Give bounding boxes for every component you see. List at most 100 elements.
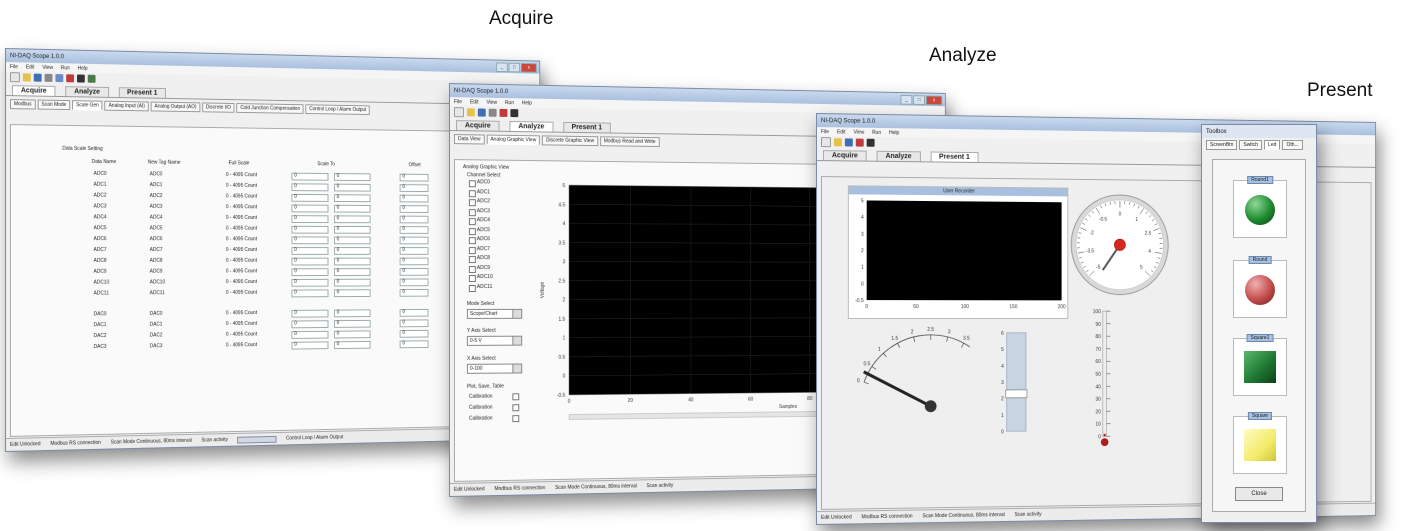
channel-checkbox[interactable] xyxy=(468,189,476,197)
offset-input[interactable]: 0 xyxy=(399,268,429,276)
offset-input[interactable]: 0 xyxy=(399,319,429,328)
delete-icon[interactable] xyxy=(855,138,864,147)
tab-led[interactable]: Led xyxy=(1264,140,1281,150)
scale-to-min-input[interactable]: 0 xyxy=(291,341,329,350)
scale-to-max-input[interactable]: 0 xyxy=(333,319,371,328)
channel-checkbox[interactable] xyxy=(468,265,476,273)
offset-input[interactable]: 0 xyxy=(399,236,429,245)
save-icon[interactable] xyxy=(477,108,486,117)
led-round-red[interactable]: Round xyxy=(1233,256,1287,318)
tab-present[interactable]: Present 1 xyxy=(562,121,611,133)
scale-to-min-input[interactable]: 0 xyxy=(291,236,329,245)
tab-acquire[interactable]: Acquire xyxy=(822,150,867,161)
offset-input[interactable]: 0 xyxy=(399,173,429,182)
channel-checkbox[interactable] xyxy=(468,237,476,245)
menu-run[interactable]: Run xyxy=(61,65,70,71)
scale-to-max-input[interactable]: 0 xyxy=(333,268,371,276)
subtab-scan-mode[interactable]: Scan Mode xyxy=(37,99,71,111)
scale-to-min-input[interactable]: 0 xyxy=(291,193,329,202)
subtab-analog-input[interactable]: Analog Input (AI) xyxy=(104,100,149,112)
channel-checkbox[interactable] xyxy=(468,284,476,292)
menu-run[interactable]: Run xyxy=(505,100,514,106)
subtab-analog-graphic[interactable]: Analog Graphic View xyxy=(486,134,541,146)
menu-view[interactable]: View xyxy=(486,99,497,105)
scale-to-max-input[interactable]: 0 xyxy=(333,194,371,203)
led-square-yellow[interactable]: Square xyxy=(1233,412,1287,474)
menu-file[interactable]: File xyxy=(454,99,462,105)
menu-edit[interactable]: Edit xyxy=(837,129,846,135)
save-icon[interactable] xyxy=(33,73,42,82)
run-icon[interactable] xyxy=(87,74,96,83)
scale-to-max-input[interactable]: 0 xyxy=(333,215,371,224)
chevron-down-icon[interactable] xyxy=(512,364,522,373)
tab-acquire[interactable]: Acquire xyxy=(455,120,500,131)
minimize-button[interactable]: _ xyxy=(900,94,913,105)
tab-switch[interactable]: Switch xyxy=(1239,140,1263,150)
offset-input[interactable]: 0 xyxy=(399,278,429,287)
delete-icon[interactable] xyxy=(66,73,75,82)
menu-file[interactable]: File xyxy=(821,129,829,135)
scale-to-min-input[interactable]: 0 xyxy=(291,247,329,255)
offset-input[interactable]: 0 xyxy=(399,288,429,297)
channel-checkbox[interactable] xyxy=(468,227,476,235)
scale-to-min-input[interactable]: 0 xyxy=(291,204,329,213)
scale-to-min-input[interactable]: 0 xyxy=(291,225,329,234)
tab-analyze[interactable]: Analyze xyxy=(876,150,921,162)
scale-to-min-input[interactable]: 0 xyxy=(291,172,329,181)
scale-to-max-input[interactable]: 0 xyxy=(333,225,371,234)
led-round-green[interactable]: Round1 xyxy=(1233,176,1287,238)
subtab-data-view[interactable]: Data View xyxy=(453,134,485,145)
channel-checkbox[interactable] xyxy=(468,246,476,254)
calibration-checkbox-1[interactable] xyxy=(512,393,520,401)
scale-to-max-input[interactable]: 0 xyxy=(333,236,371,245)
scale-to-max-input[interactable]: 0 xyxy=(333,257,371,266)
print-icon[interactable] xyxy=(44,73,53,82)
scale-to-max-input[interactable]: 0 xyxy=(333,247,371,255)
close-button[interactable]: x xyxy=(520,62,537,73)
subtab-discrete-io[interactable]: Discrete I/O xyxy=(202,102,235,113)
subtab-analog-output[interactable]: Analog Output (AO) xyxy=(150,101,201,113)
scale-to-max-input[interactable]: 0 xyxy=(333,289,371,298)
scale-to-min-input[interactable]: 0 xyxy=(291,320,329,329)
grid-icon[interactable] xyxy=(866,138,875,147)
delete-icon[interactable] xyxy=(499,108,508,117)
subtab-discrete-graphic[interactable]: Discrete Graphic View xyxy=(542,135,598,147)
new-file-icon[interactable] xyxy=(9,71,20,82)
open-folder-icon[interactable] xyxy=(22,72,31,82)
open-folder-icon[interactable] xyxy=(466,107,475,116)
channel-checkbox[interactable] xyxy=(468,275,476,283)
scale-to-max-input[interactable]: 0 xyxy=(333,309,371,318)
offset-input[interactable]: 0 xyxy=(399,308,429,317)
offset-input[interactable]: 0 xyxy=(399,205,429,213)
calibration-checkbox-3[interactable] xyxy=(512,415,520,423)
maximize-button[interactable]: □ xyxy=(508,62,521,72)
open-folder-icon[interactable] xyxy=(833,137,842,146)
offset-input[interactable]: 0 xyxy=(399,215,429,224)
subtab-modbus-rw[interactable]: Modbus Read and Write xyxy=(599,136,660,147)
scale-to-max-input[interactable]: 0 xyxy=(333,173,371,182)
scale-to-min-input[interactable]: 0 xyxy=(291,268,329,277)
mode-select[interactable]: Scope/Chart xyxy=(466,308,523,319)
tab-present[interactable]: Present 1 xyxy=(118,87,167,98)
subtab-control-loop[interactable]: Control Loop / Alarm Output xyxy=(305,104,370,116)
vertical-slider[interactable]: 6 5 4 3 2 1 0 xyxy=(991,327,1035,440)
scale-to-min-input[interactable]: 0 xyxy=(291,183,329,192)
led-square-green[interactable]: Square1 xyxy=(1233,334,1287,396)
menu-edit[interactable]: Edit xyxy=(26,64,35,70)
scale-to-min-input[interactable]: 0 xyxy=(291,215,329,224)
tab-other[interactable]: Oth... xyxy=(1282,140,1303,150)
grid-icon[interactable] xyxy=(510,108,519,117)
channel-checkbox[interactable] xyxy=(468,256,476,264)
subtab-cold-junction[interactable]: Cold Junction Compensation xyxy=(236,103,304,114)
scale-to-max-input[interactable]: 0 xyxy=(333,330,371,339)
offset-input[interactable]: 0 xyxy=(399,329,429,338)
slider-thumb[interactable] xyxy=(1006,390,1027,398)
close-button[interactable]: x xyxy=(925,94,943,105)
tab-present[interactable]: Present 1 xyxy=(930,151,979,163)
new-file-icon[interactable] xyxy=(453,106,464,117)
print-icon[interactable] xyxy=(488,108,497,117)
scale-to-max-input[interactable]: 0 xyxy=(333,183,371,192)
y-axis-select[interactable]: 0-5 V xyxy=(466,335,523,346)
channel-checkbox[interactable] xyxy=(468,199,476,207)
tab-analyze[interactable]: Analyze xyxy=(509,120,554,132)
